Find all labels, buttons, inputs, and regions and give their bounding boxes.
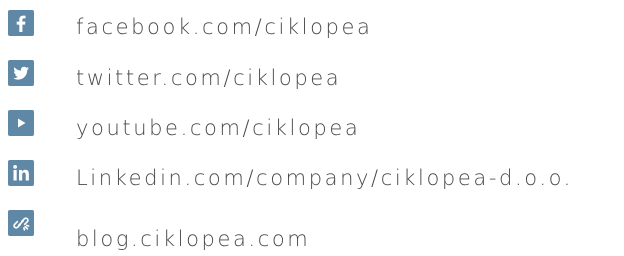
facebook-link-row[interactable]: facebook.com/ciklopea: [0, 6, 624, 46]
blog-link-row[interactable]: blog.ciklopea.com: [0, 206, 624, 251]
facebook-link[interactable]: facebook.com/ciklopea: [76, 15, 372, 39]
twitter-link-row[interactable]: twitter.com/ciklopea: [0, 56, 624, 96]
twitter-link[interactable]: twitter.com/ciklopea: [76, 66, 341, 90]
facebook-icon[interactable]: [8, 10, 34, 36]
linkedin-link-row[interactable]: Linkedin.com/company/ciklopea-d.o.o.: [0, 156, 624, 196]
twitter-icon[interactable]: [8, 60, 34, 86]
linkedin-icon[interactable]: [8, 160, 34, 186]
blog-link[interactable]: blog.ciklopea.com: [76, 227, 310, 251]
linkedin-link[interactable]: Linkedin.com/company/ciklopea-d.o.o.: [76, 166, 573, 190]
youtube-link[interactable]: youtube.com/ciklopea: [76, 116, 360, 140]
youtube-link-row[interactable]: youtube.com/ciklopea: [0, 106, 624, 146]
youtube-icon[interactable]: [8, 110, 34, 136]
link-icon[interactable]: [8, 210, 34, 236]
